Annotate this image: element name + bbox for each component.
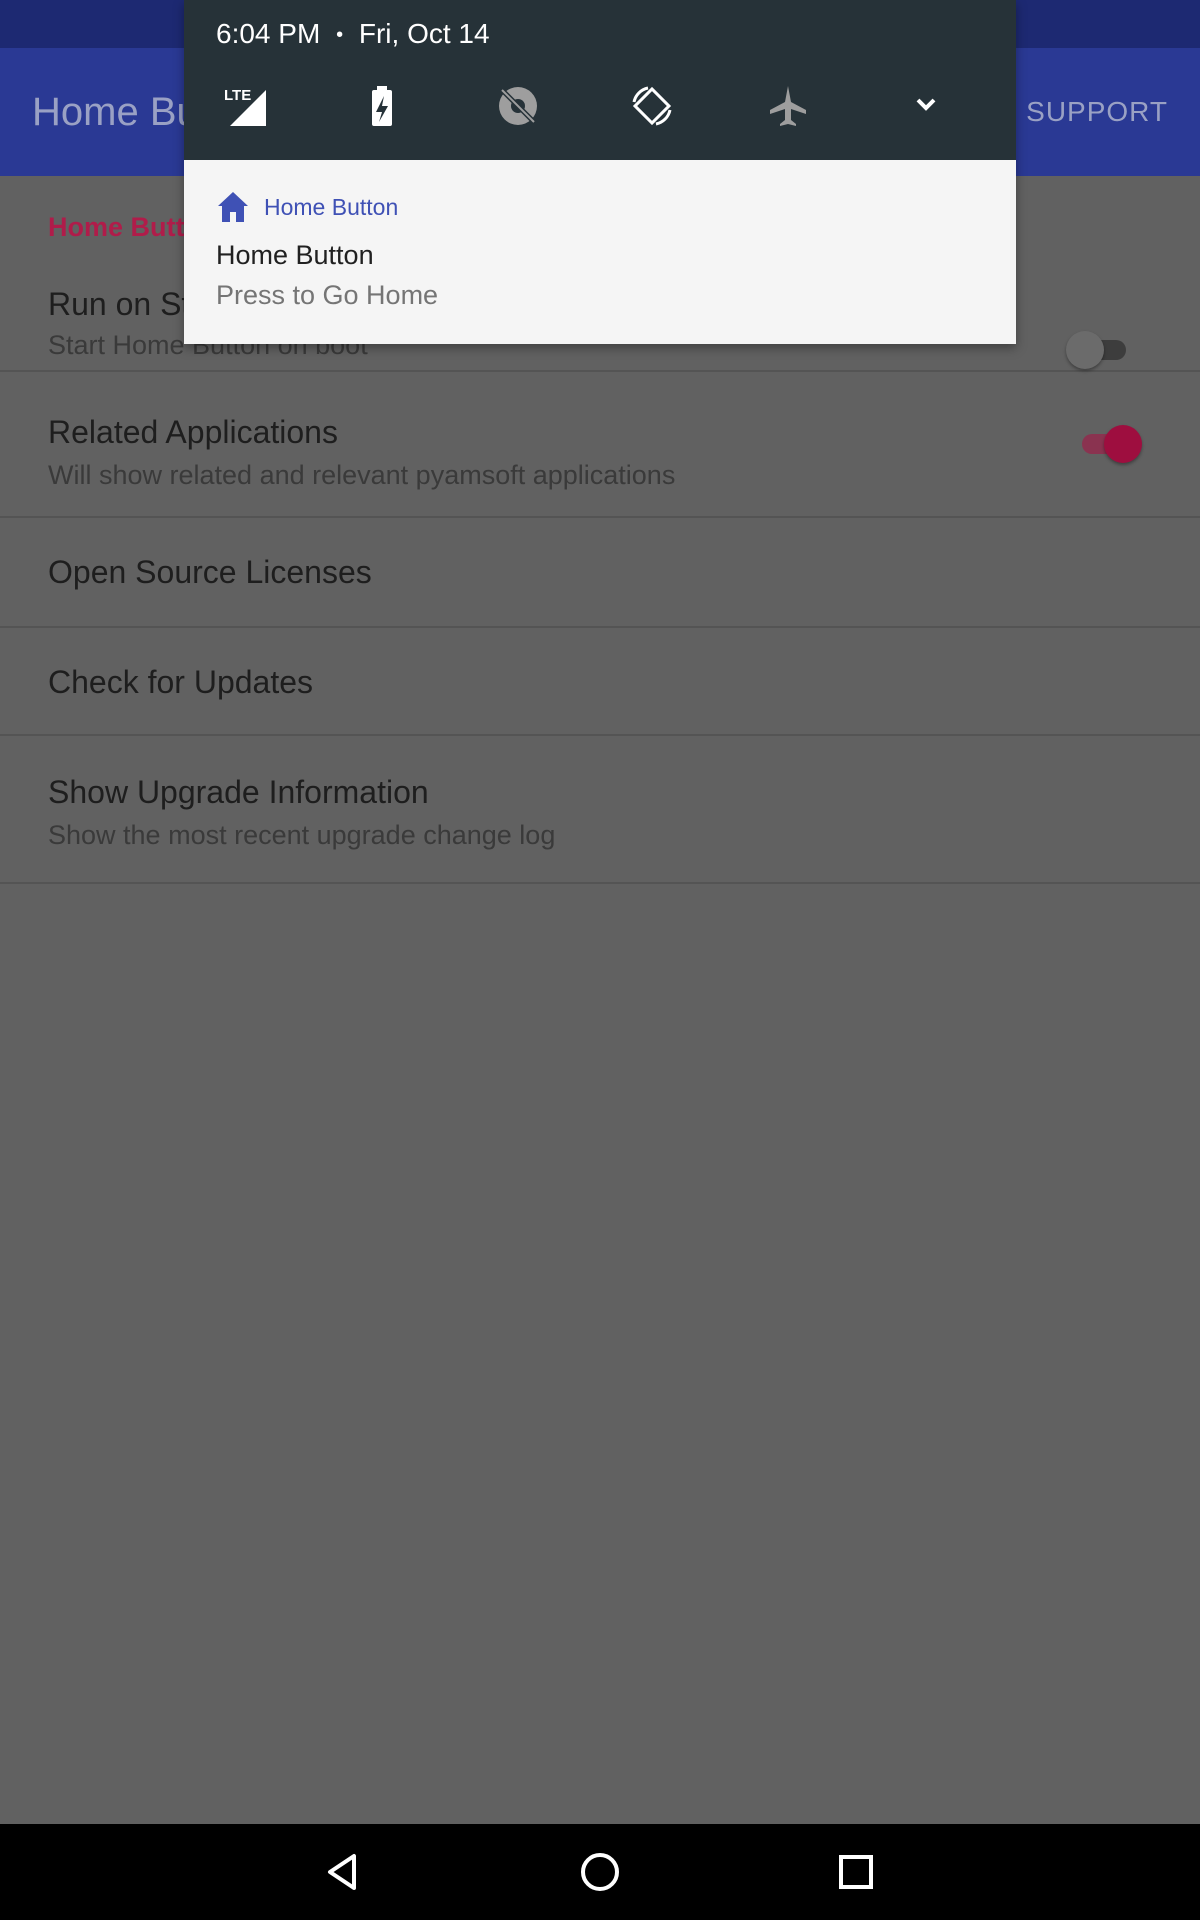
pref-title: Check for Updates bbox=[48, 664, 314, 700]
location-off-icon[interactable] bbox=[494, 82, 542, 130]
home-icon[interactable] bbox=[576, 1848, 624, 1896]
lte-signal-icon[interactable]: LTE bbox=[222, 82, 270, 130]
settings-list: Home Button Run on Startup Start Home Bu… bbox=[0, 176, 1200, 1824]
expand-chevron-icon[interactable] bbox=[902, 80, 950, 128]
notification-title: Home Button bbox=[216, 240, 374, 270]
related-applications-switch[interactable] bbox=[1078, 424, 1142, 464]
notification-app-name: Home Button bbox=[264, 194, 399, 220]
notification-card[interactable]: Home Button Home Button Press to Go Home bbox=[184, 160, 1016, 344]
pref-title: Show Upgrade Information bbox=[48, 774, 429, 810]
clock: 6:04 PM bbox=[216, 18, 321, 49]
switch-thumb bbox=[1104, 425, 1142, 463]
quick-settings-header: 6:04 PM • Fri, Oct 14 LTE bbox=[184, 0, 1016, 160]
notification-shade: 6:04 PM • Fri, Oct 14 LTE Home Button Ho… bbox=[184, 0, 1016, 344]
notification-text: Press to Go Home bbox=[216, 280, 439, 310]
run-on-startup-switch-visual[interactable] bbox=[1066, 330, 1130, 370]
pref-summary: Show the most recent upgrade change log bbox=[48, 820, 556, 850]
pref-summary: Will show related and relevant pyamsoft … bbox=[48, 460, 676, 490]
navigation-bar bbox=[0, 1824, 1200, 1920]
pref-check-for-updates[interactable]: Check for Updates bbox=[0, 628, 1200, 736]
pref-title: Related Applications bbox=[48, 414, 338, 450]
switch-thumb bbox=[1066, 331, 1104, 369]
date: Fri, Oct 14 bbox=[358, 18, 490, 49]
home-icon bbox=[216, 190, 250, 224]
auto-rotate-icon[interactable] bbox=[628, 82, 676, 130]
clock-date: 6:04 PM • Fri, Oct 14 bbox=[216, 18, 490, 50]
battery-saver-icon[interactable] bbox=[358, 82, 406, 130]
pref-open-source-licenses[interactable]: Open Source Licenses bbox=[0, 518, 1200, 628]
pref-show-upgrade-information[interactable]: Show Upgrade Information Show the most r… bbox=[0, 736, 1200, 884]
airplane-mode-icon[interactable] bbox=[764, 82, 812, 130]
support-button[interactable]: SUPPORT bbox=[1026, 48, 1168, 176]
recents-icon[interactable] bbox=[832, 1848, 880, 1896]
separator-dot: • bbox=[336, 24, 344, 47]
pref-related-applications[interactable]: Related Applications Will show related a… bbox=[0, 372, 1200, 518]
svg-text:LTE: LTE bbox=[224, 87, 251, 104]
pref-title: Open Source Licenses bbox=[48, 554, 372, 590]
back-icon[interactable] bbox=[320, 1848, 368, 1896]
